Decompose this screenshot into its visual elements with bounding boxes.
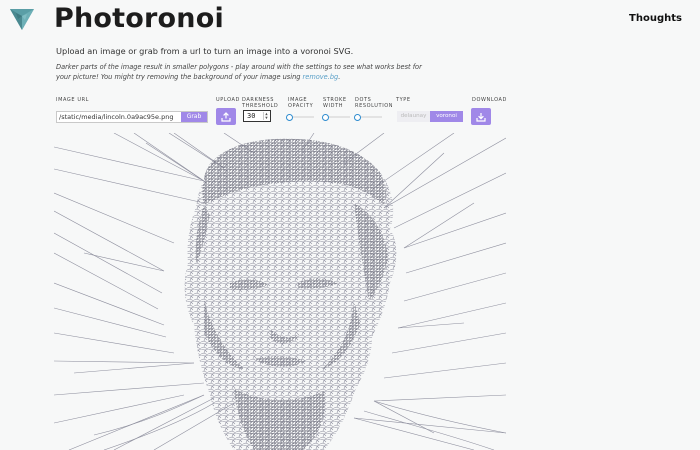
upload-icon (221, 111, 231, 122)
delaunay-option[interactable]: delaunay (397, 111, 430, 122)
intro-text: Upload an image or grab from a url to tu… (56, 46, 354, 56)
note-end: . (338, 73, 341, 81)
remove-bg-link[interactable]: remove.bg (303, 73, 339, 81)
logo-icon[interactable] (10, 9, 34, 31)
image-opacity-slider[interactable] (286, 114, 314, 121)
image-url-label: IMAGE URL (56, 97, 90, 103)
download-label: DOWNLOAD (472, 97, 507, 103)
image-url-field: Grab (56, 111, 208, 123)
app-title: Photoronoi (54, 3, 224, 34)
dots-resolution-label: DOTS RESOLUTION (355, 97, 393, 109)
slider-knob[interactable] (354, 114, 361, 121)
darkness-value: 30 (247, 112, 256, 120)
dots-label-line2: RESOLUTION (355, 103, 394, 109)
slider-knob[interactable] (286, 114, 293, 121)
opacity-label-line2: OPACITY (288, 103, 314, 109)
image-opacity-label: IMAGE OPACITY (288, 97, 313, 109)
type-toggle: delaunay voronoi (397, 111, 463, 122)
note-text: Darker parts of the image result in smal… (56, 63, 422, 81)
type-label: TYPE (396, 97, 411, 103)
instructions-note: Darker parts of the image result in smal… (56, 62, 426, 82)
stroke-width-slider[interactable] (322, 114, 350, 121)
image-url-input[interactable] (59, 112, 179, 122)
slider-knob[interactable] (322, 114, 329, 121)
dots-resolution-slider[interactable] (354, 114, 382, 121)
download-button[interactable] (471, 108, 491, 125)
upload-label: UPLOAD (216, 97, 241, 103)
darkness-threshold-label: DARKNESS THRESHOLD (242, 97, 278, 109)
header: Photoronoi Thoughts (0, 0, 700, 44)
voronoi-option[interactable]: voronoi (430, 111, 463, 122)
controls-bar: IMAGE URL Grab UPLOAD DARKNESSTHRESHOLD … (56, 95, 516, 127)
spinner-arrows-icon[interactable]: ▲ ▼ (263, 112, 269, 120)
download-icon (476, 112, 486, 122)
darkness-threshold-input[interactable]: 30 ▲ ▼ (243, 110, 271, 122)
stroke-width-label: STROKE WIDTH (323, 97, 347, 109)
darkness-label-line2: THRESHOLD (242, 103, 279, 109)
stroke-label-line2: WIDTH (323, 103, 344, 109)
upload-button[interactable] (216, 108, 236, 125)
voronoi-canvas (54, 133, 506, 450)
portrait-mesh (184, 138, 397, 450)
grab-button[interactable]: Grab (181, 112, 207, 122)
nav-thoughts-link[interactable]: Thoughts (629, 13, 682, 24)
